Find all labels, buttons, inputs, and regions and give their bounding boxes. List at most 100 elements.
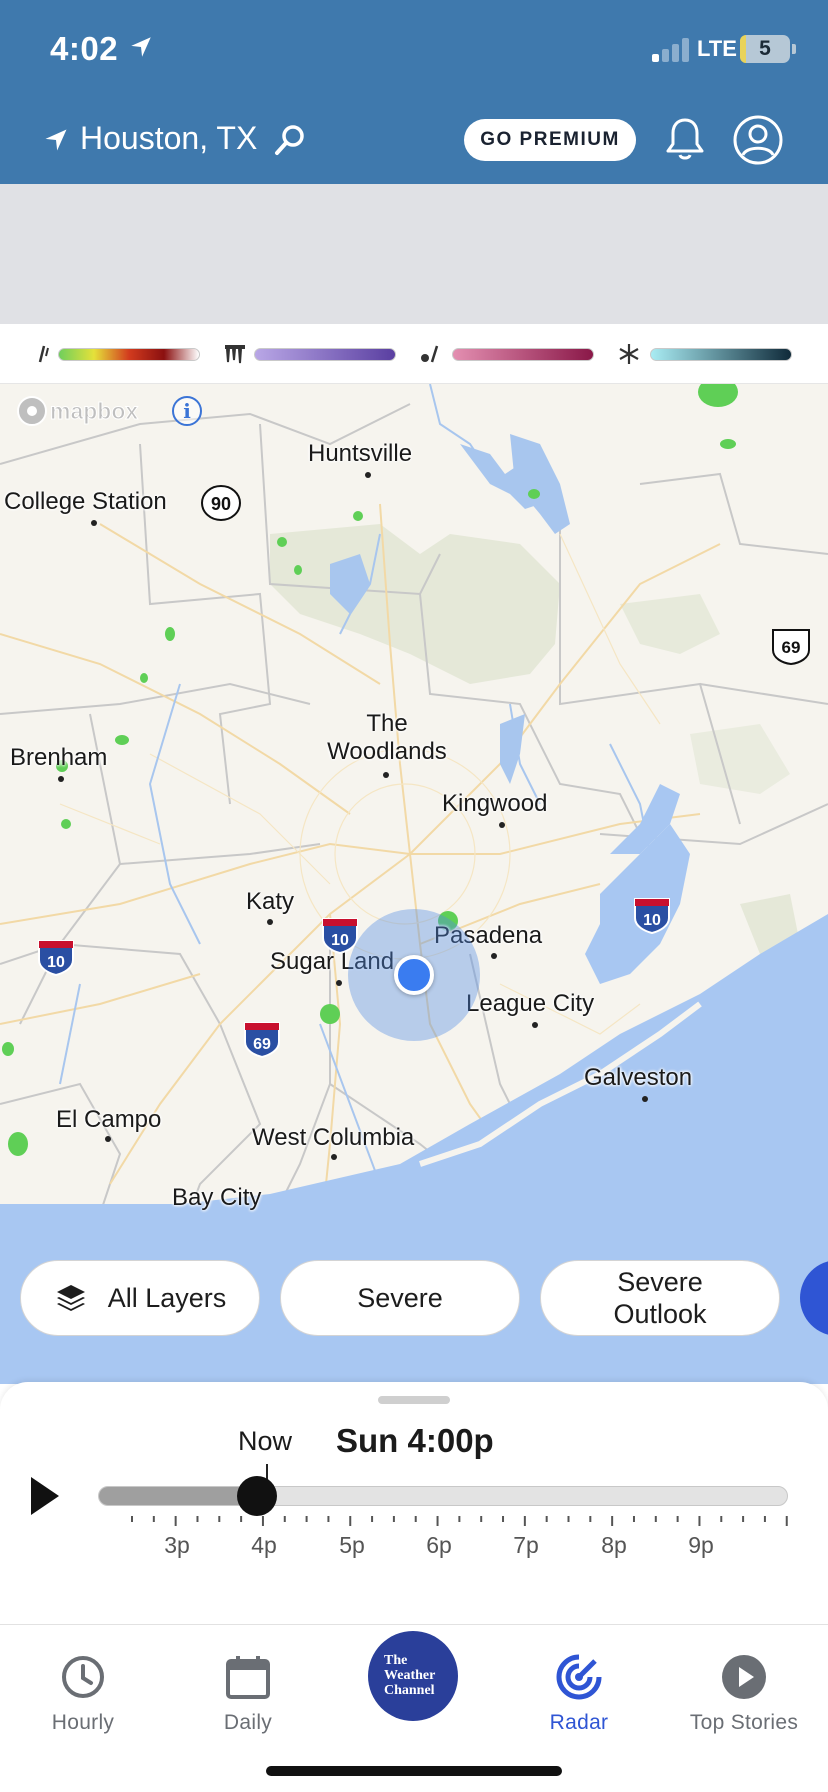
layers-icon [56, 1285, 85, 1311]
tick-label: 3p [164, 1532, 190, 1558]
mix-color-scale [452, 348, 594, 361]
app-header: Houston, TX GO PREMIUM [0, 100, 828, 184]
home-indicator [266, 1766, 562, 1776]
ice-color-scale [254, 348, 396, 361]
snow-color-scale [650, 348, 792, 361]
location-arrow-icon [131, 37, 151, 57]
city-kingwood: Kingwood [442, 790, 548, 817]
severe-outlook-button[interactable]: Severe Outlook [540, 1260, 780, 1336]
highway-shield-us69: 69 [770, 626, 812, 671]
shield-number: 69 [253, 1036, 271, 1053]
ice-icon [225, 345, 245, 364]
nav-top-stories[interactable]: Top Stories [669, 1639, 819, 1749]
highway-shield-tx90: 90 [200, 484, 242, 527]
map-base-layer [0, 384, 828, 1384]
nav-hourly-label: Hourly [51, 1711, 115, 1734]
city-dot [91, 520, 97, 526]
timeline-progress [99, 1487, 258, 1505]
tick-label: 9p [688, 1532, 714, 1558]
timeline-slider[interactable] [98, 1486, 788, 1506]
shield-number: 10 [331, 932, 349, 949]
mix-icon [421, 345, 439, 363]
location-arrow-icon[interactable] [42, 126, 70, 154]
tick-label: 4p [251, 1532, 277, 1558]
nav-daily[interactable]: Daily [173, 1639, 323, 1749]
rain-icon [38, 345, 49, 363]
highway-shield-i10: 10 [36, 938, 76, 981]
city-dot [336, 980, 342, 986]
network-type: LTE [697, 36, 737, 61]
search-icon[interactable] [272, 122, 308, 158]
ad-banner-placeholder [0, 184, 828, 324]
city-katy: Katy [246, 888, 295, 915]
nav-radar-label: Radar [549, 1711, 609, 1734]
city-dot [365, 472, 371, 478]
severe-label: Severe [357, 1283, 443, 1313]
clock-icon [62, 1656, 104, 1698]
city-dot [532, 1022, 538, 1028]
sheet-drag-handle[interactable] [378, 1396, 450, 1404]
shield-number: 10 [643, 912, 661, 929]
city-brenham: Brenham [10, 744, 108, 771]
tick-label: 5p [339, 1532, 365, 1558]
mapbox-label: mapbox [50, 398, 138, 424]
all-layers-button[interactable]: All Layers [20, 1260, 260, 1336]
severe-outlook-label: Severe Outlook [613, 1267, 707, 1329]
city-dot [58, 776, 64, 782]
timeline-thumb[interactable] [237, 1476, 277, 1516]
shield-number: 10 [47, 954, 65, 971]
timeline-panel: Now Sun 4:00p 3p 4p 5p 6p 7p 8p 9p [0, 1382, 828, 1624]
weather-channel-logo[interactable]: The Weather Channel [368, 1631, 458, 1721]
logo-line: The [384, 1653, 408, 1668]
city-dot [499, 822, 505, 828]
rain-color-scale [58, 348, 200, 361]
tick-label: 7p [513, 1532, 539, 1558]
radar-icon [556, 1654, 602, 1700]
signal-icon [652, 38, 692, 62]
nav-hourly[interactable]: Hourly [8, 1639, 158, 1749]
go-premium-button[interactable]: GO PREMIUM [464, 119, 636, 161]
calendar-icon [226, 1656, 270, 1699]
mapbox-logo: mapbox [17, 396, 139, 426]
play-circle-icon [722, 1655, 766, 1699]
logo-line: Channel [384, 1683, 435, 1698]
map-info-button[interactable]: i [172, 396, 202, 426]
radar-map[interactable]: mapbox i Huntsville College Station The … [0, 384, 828, 1384]
city-dot [267, 919, 273, 925]
city-galveston: Galveston [584, 1064, 693, 1091]
tick-label: 6p [426, 1532, 452, 1558]
tick-label: 8p [601, 1532, 627, 1558]
nav-top-stories-label: Top Stories [689, 1711, 799, 1734]
battery-icon: 5 [740, 35, 790, 63]
city-dot [383, 772, 389, 778]
city-the-woodlands: The Woodlands [327, 710, 447, 765]
city-bay-city: Bay City [172, 1184, 262, 1211]
city-huntsville: Huntsville [308, 440, 413, 467]
highway-shield-i69: 69 [242, 1020, 282, 1063]
status-bar: 4:02 LTE 5 [0, 0, 828, 100]
profile-icon[interactable] [732, 114, 784, 166]
logo-line: Weather [384, 1668, 436, 1683]
city-league-city: League City [466, 990, 595, 1017]
city-el-campo: El Campo [56, 1106, 162, 1133]
highway-shield-i10: 10 [632, 896, 672, 939]
user-location-dot[interactable] [394, 955, 434, 995]
nav-radar[interactable]: Radar [504, 1639, 654, 1749]
shield-number: 90 [211, 494, 231, 514]
status-time: 4:02 [50, 30, 119, 67]
city-dot [642, 1096, 648, 1102]
current-time-label: Sun 4:00p [336, 1422, 494, 1459]
city-west-columbia: West Columbia [252, 1124, 415, 1151]
nav-daily-label: Daily [223, 1711, 273, 1734]
shield-number: 69 [782, 638, 801, 657]
city-dot [105, 1136, 111, 1142]
bell-icon[interactable] [664, 116, 706, 162]
severe-button[interactable]: Severe [280, 1260, 520, 1336]
location-name[interactable]: Houston, TX [80, 120, 257, 157]
now-label: Now [238, 1426, 293, 1456]
radar-legend [0, 324, 828, 384]
city-dot [331, 1154, 337, 1160]
city-college-station: College Station [4, 488, 167, 515]
play-icon[interactable] [28, 1474, 62, 1518]
battery-level: 5 [759, 37, 771, 60]
